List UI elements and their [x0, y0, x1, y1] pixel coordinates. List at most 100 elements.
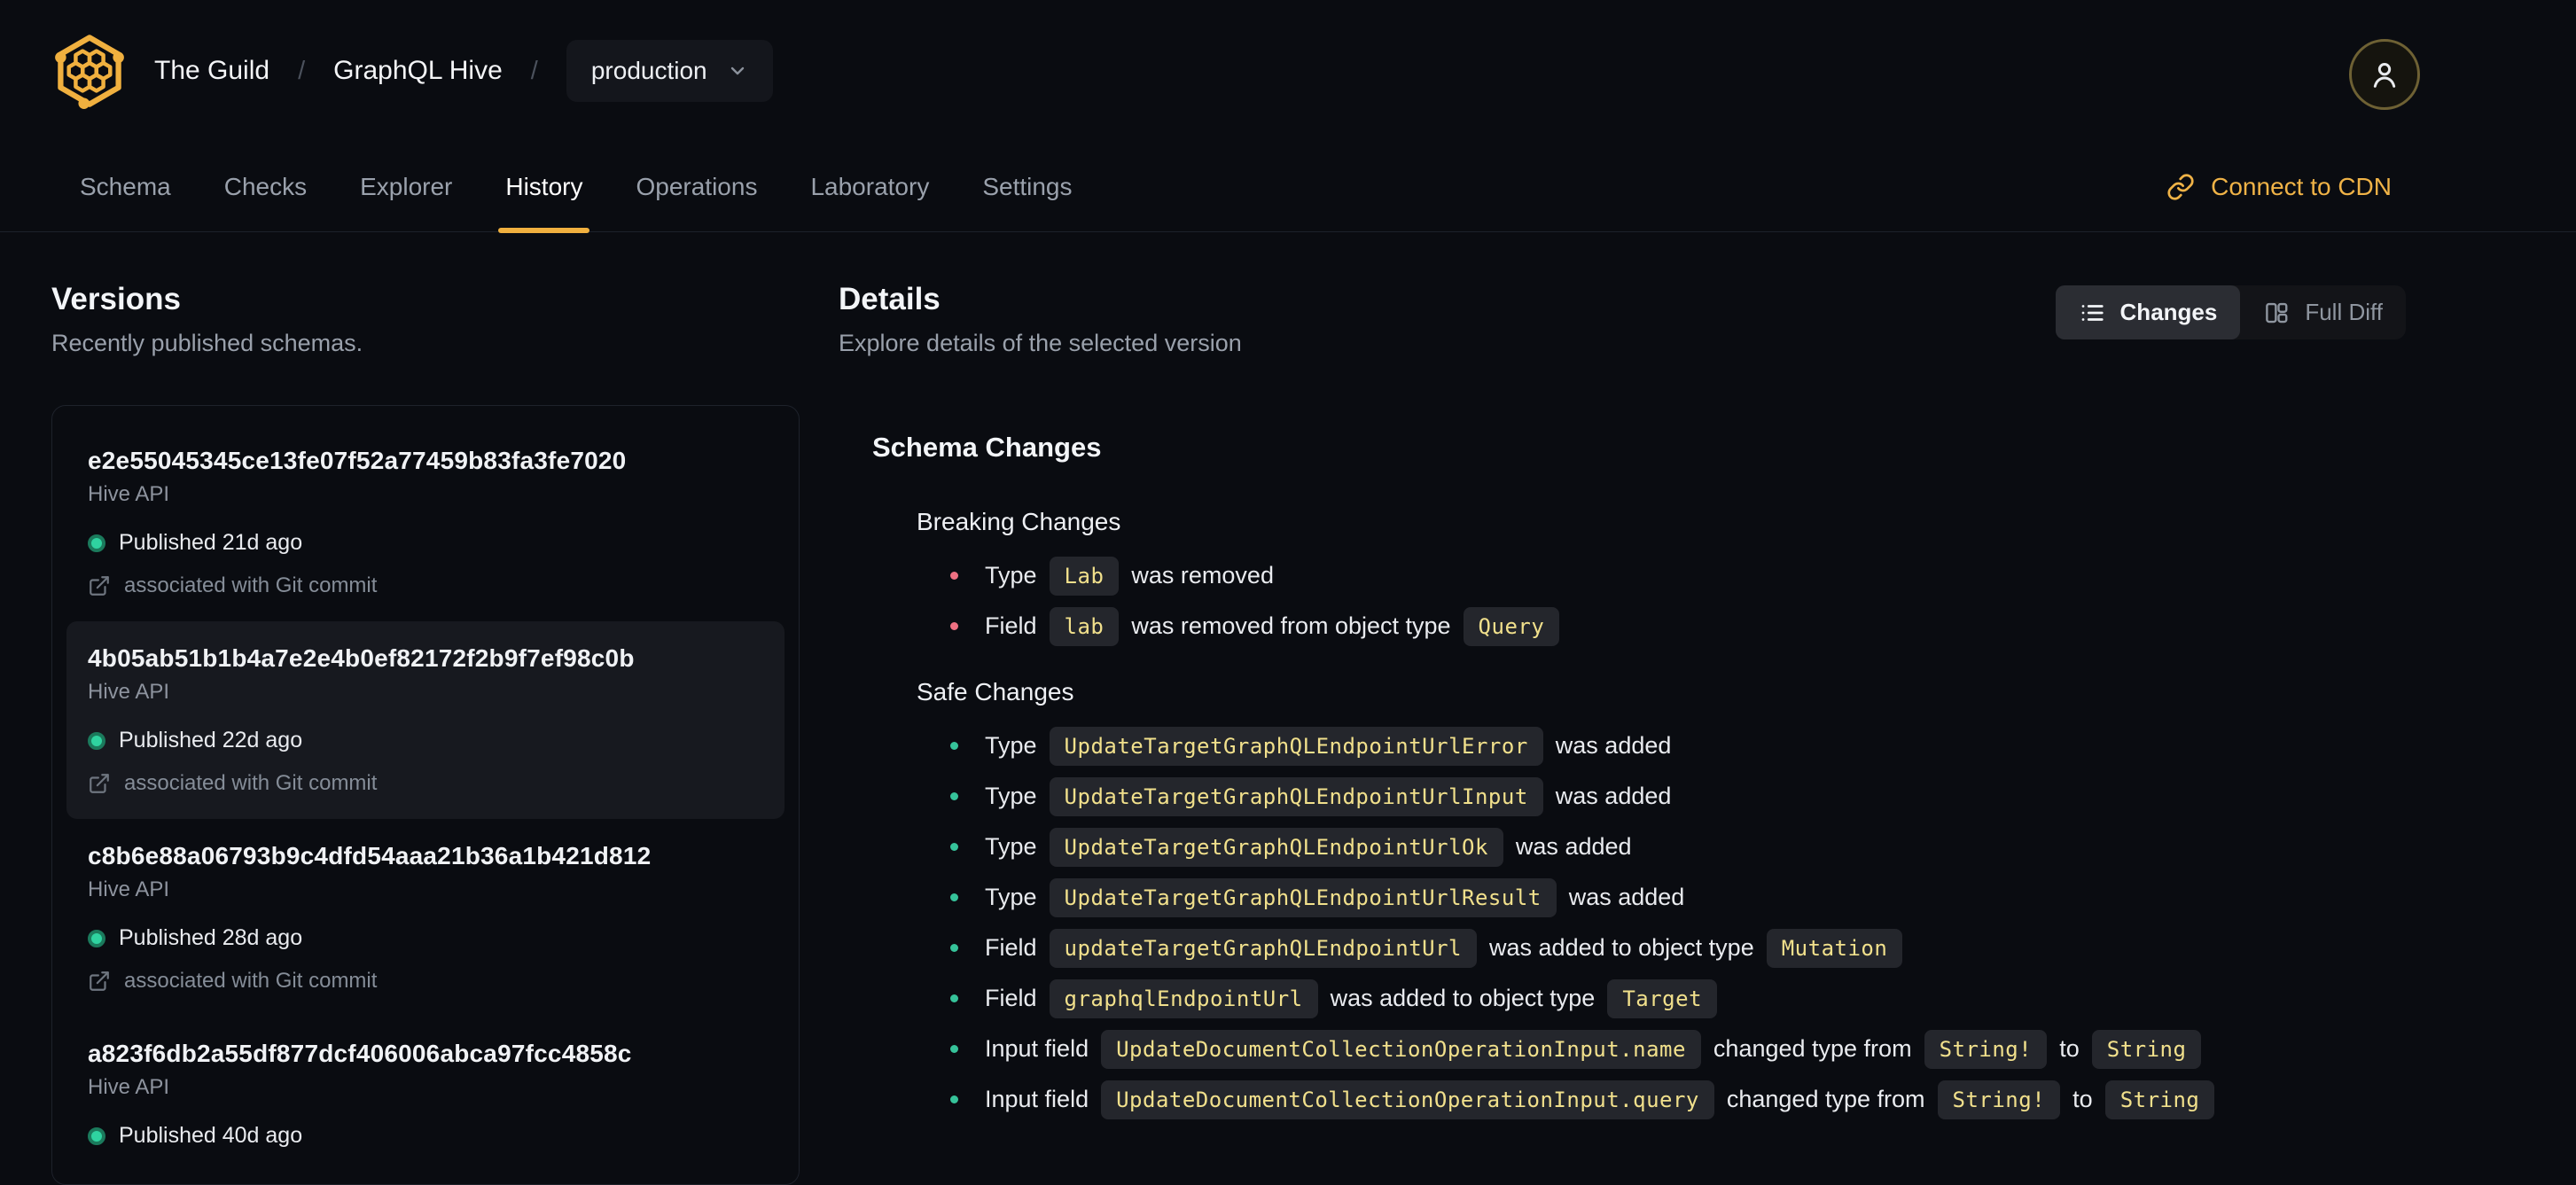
- link-icon: [2167, 173, 2194, 200]
- user-icon: [2373, 62, 2396, 88]
- published-dot-icon: [88, 534, 105, 552]
- code-chip: lab: [1049, 606, 1120, 646]
- code-chip: String!: [1937, 1080, 2061, 1119]
- published-dot-icon: [88, 731, 105, 750]
- full-diff-view-button[interactable]: Full Diff: [2240, 285, 2406, 339]
- change-text: Type: [985, 833, 1037, 860]
- git-commit-text: associated with Git commit: [124, 969, 378, 993]
- version-card[interactable]: 4b05ab51b1b4a7e2e4b0ef82172f2b9f7ef98c0b…: [66, 621, 785, 819]
- published-text: Published 28d ago: [119, 925, 303, 950]
- bullet-icon: [950, 994, 958, 1002]
- change-item: Type Lab was removed: [950, 550, 2406, 601]
- versions-title: Versions: [51, 282, 181, 316]
- version-card[interactable]: c8b6e88a06793b9c4dfd54aaa21b36a1b421d812…: [52, 819, 799, 1017]
- details-title: Details: [839, 282, 941, 316]
- full-diff-view-label: Full Diff: [2305, 299, 2383, 325]
- change-text: changed type from: [1726, 1086, 1925, 1112]
- code-chip: UpdateTargetGraphQLEndpointUrlInput: [1049, 776, 1543, 816]
- details-panel: Details Explore details of the selected …: [839, 282, 2406, 1125]
- code-chip: updateTargetGraphQLEndpointUrl: [1049, 928, 1478, 968]
- split-panels-icon: [2266, 302, 2288, 323]
- code-chip: UpdateTargetGraphQLEndpointUrlResult: [1049, 877, 1557, 917]
- version-hash: 4b05ab51b1b4a7e2e4b0ef82172f2b9f7ef98c0b: [88, 644, 635, 672]
- schema-changes-section: Schema Changes Breaking Changes Type Lab wa…: [872, 432, 2406, 1125]
- app-header: The Guild / GraphQL Hive / production: [0, 0, 2576, 142]
- change-item: Input field UpdateDocumentCollectionOpera…: [950, 1074, 2406, 1125]
- change-item: Type UpdateTargetGraphQLEndpointUrlOk was …: [950, 822, 2406, 872]
- target-selector-dropdown[interactable]: production: [566, 40, 773, 102]
- change-text: was added: [1555, 732, 1672, 759]
- change-item: Field lab was removed from object type Quer…: [950, 601, 2406, 651]
- chevron-down-icon: [730, 66, 744, 75]
- code-chip: UpdateDocumentCollectionOperationInput.q…: [1101, 1080, 1714, 1119]
- view-toggle-group: Changes Full Diff: [2055, 285, 2406, 339]
- project-link[interactable]: GraphQL Hive: [333, 56, 503, 86]
- change-text: Field: [985, 985, 1037, 1011]
- change-item: Field updateTargetGraphQLEndpointUrl was a…: [950, 923, 2406, 973]
- change-group-title: Safe Changes: [917, 678, 1074, 706]
- change-text: Field: [985, 612, 1037, 639]
- connect-to-cdn-button[interactable]: Connect to CDN: [2166, 142, 2392, 231]
- user-menu-button[interactable]: [2349, 39, 2420, 110]
- bullet-icon: [950, 792, 958, 800]
- published-dot-icon: [88, 929, 105, 947]
- version-card[interactable]: e2e55045345ce13fe07f52a77459b83fa3fe7020…: [52, 424, 799, 621]
- bullet-icon: [950, 843, 958, 851]
- change-text: Type: [985, 783, 1037, 809]
- change-groups: Breaking Changes Type Lab was removed Field l…: [872, 508, 2406, 1125]
- tab-schema[interactable]: Schema: [53, 142, 198, 231]
- code-chip: String!: [1924, 1029, 2048, 1069]
- code-chip: Lab: [1049, 556, 1120, 596]
- tab-operations[interactable]: Operations: [609, 142, 784, 231]
- tab-laboratory[interactable]: Laboratory: [784, 142, 956, 231]
- change-text: Input field: [985, 1035, 1089, 1062]
- change-text: was added: [1515, 833, 1632, 860]
- change-text: was added: [1555, 783, 1672, 809]
- change-text: was added to object type: [1489, 934, 1754, 961]
- hive-logo-icon[interactable]: [51, 33, 128, 109]
- change-text: was removed: [1131, 562, 1274, 589]
- changes-view-button[interactable]: Changes: [2055, 285, 2241, 339]
- git-commit-text: associated with Git commit: [124, 573, 378, 597]
- change-text: Input field: [985, 1086, 1089, 1112]
- code-chip: UpdateTargetGraphQLEndpointUrlError: [1049, 726, 1543, 766]
- org-link[interactable]: The Guild: [154, 56, 269, 86]
- version-card[interactable]: a823f6db2a55df877dcf406006abca97fcc4858c…: [52, 1017, 799, 1172]
- change-text: Field: [985, 934, 1037, 961]
- change-text: Type: [985, 732, 1037, 759]
- bullet-icon: [950, 742, 958, 750]
- code-chip: graphqlEndpointUrl: [1049, 978, 1318, 1018]
- version-service: Hive API: [88, 877, 170, 901]
- published-text: Published 21d ago: [119, 530, 303, 555]
- tab-settings[interactable]: Settings: [956, 142, 1098, 231]
- git-commit-link[interactable]: associated with Git commit: [88, 969, 763, 994]
- bullet-icon: [950, 1045, 958, 1053]
- tab-history[interactable]: History: [479, 142, 609, 233]
- change-text: was added to object type: [1330, 985, 1596, 1011]
- version-hash: e2e55045345ce13fe07f52a77459b83fa3fe7020: [88, 447, 627, 474]
- git-commit-link[interactable]: associated with Git commit: [88, 771, 763, 796]
- version-published-status: Published 22d ago: [88, 728, 763, 753]
- published-dot-icon: [88, 1127, 105, 1145]
- code-chip: Query: [1463, 606, 1560, 646]
- tab-explorer[interactable]: Explorer: [333, 142, 479, 231]
- details-header: Details Explore details of the selected …: [839, 282, 2406, 357]
- details-subtitle: Explore details of the selected version: [839, 330, 1242, 356]
- change-text: changed type from: [1713, 1035, 1912, 1062]
- schema-changes-title: Schema Changes: [872, 432, 1102, 463]
- change-text: Type: [985, 884, 1037, 910]
- bullet-icon: [950, 1095, 958, 1103]
- external-link-icon: [90, 774, 109, 793]
- tab-checks[interactable]: Checks: [198, 142, 333, 231]
- version-published-status: Published 21d ago: [88, 530, 763, 556]
- breadcrumb: The Guild / GraphQL Hive / production: [154, 40, 773, 102]
- main-nav: Schema Checks Explorer History Operations Lab…: [0, 142, 2576, 233]
- version-hash: c8b6e88a06793b9c4dfd54aaa21b36a1b421d812: [88, 842, 652, 869]
- change-text: to: [2073, 1086, 2093, 1112]
- git-commit-link[interactable]: associated with Git commit: [88, 573, 763, 598]
- published-text: Published 40d ago: [119, 1123, 303, 1148]
- code-chip: String: [2104, 1080, 2215, 1119]
- bullet-icon: [950, 572, 958, 580]
- version-service: Hive API: [88, 680, 170, 704]
- version-service: Hive API: [88, 482, 170, 506]
